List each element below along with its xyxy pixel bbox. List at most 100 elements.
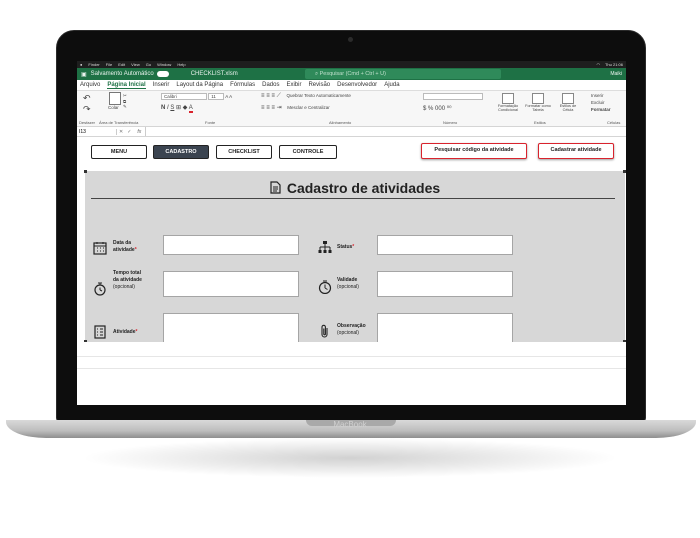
font-name-select[interactable]: Calibri <box>161 93 207 100</box>
merge-center-button[interactable]: Mesclar e Centralizar <box>287 105 330 110</box>
borders-icon[interactable]: ⊞ <box>176 105 181 111</box>
status-label-text: Status <box>337 244 353 250</box>
resize-handle[interactable] <box>84 170 87 173</box>
name-box[interactable]: I13 <box>77 128 117 135</box>
screen: ● Finder File Edit View Go Window Help ◠… <box>77 61 626 405</box>
tab-arquivo[interactable]: Arquivo <box>80 82 100 88</box>
clipboard-tools: ✂ ⧉ ✎ <box>123 93 127 110</box>
fill-color-icon[interactable]: ◆ <box>183 105 188 111</box>
tab-layout[interactable]: Layout da Página <box>176 82 223 88</box>
validity-label-line1: Validade <box>337 277 358 283</box>
save-icon[interactable]: ▣ <box>81 71 87 78</box>
align-left-icon[interactable]: ≡ <box>261 105 265 111</box>
resize-handle[interactable] <box>623 170 626 173</box>
menu-view[interactable]: View <box>131 62 140 67</box>
undo-icon[interactable]: ↶ <box>83 93 91 104</box>
menu-edit[interactable]: Edit <box>118 62 125 67</box>
date-input[interactable] <box>163 235 299 255</box>
menu-finder[interactable]: Finder <box>88 62 99 67</box>
excel-titlebar: ▣ Salvamento Automático CHECKLIST.xlsm ⌕… <box>77 68 626 80</box>
tab-inserir[interactable]: Inserir <box>153 82 170 88</box>
laptop-lid: ● Finder File Edit View Go Window Help ◠… <box>56 30 646 422</box>
autosave-toggle[interactable] <box>156 71 169 77</box>
date-label: Data da atividade* <box>113 240 137 254</box>
number-group-label: Número <box>443 120 458 125</box>
currency-icon[interactable]: $ <box>423 106 426 112</box>
apple-icon[interactable]: ● <box>80 62 82 67</box>
nav-checklist-button[interactable]: CHECKLIST <box>216 145 272 159</box>
paste-label[interactable]: Colar <box>108 105 121 110</box>
formula-input[interactable] <box>145 127 626 136</box>
nav-menu-button[interactable]: MENU <box>91 145 147 159</box>
align-middle-icon[interactable]: ≡ <box>266 93 270 99</box>
font-size-select[interactable]: 11 <box>208 93 225 100</box>
search-activity-code-button[interactable]: Pesquisar código da atividade <box>421 143 527 159</box>
orientation-icon[interactable]: ⟋ <box>277 93 281 99</box>
insert-cells-button[interactable]: Inserir <box>591 93 611 98</box>
nav-cadastro-button[interactable]: CADASTRO <box>153 145 209 159</box>
clock[interactable]: Thu 21:06 <box>605 62 623 67</box>
grow-font-icon[interactable]: A <box>225 94 228 99</box>
indent-icon[interactable]: ⇥ <box>277 105 282 111</box>
time-input[interactable] <box>163 271 299 297</box>
search-box[interactable]: ⌕ Pesquisar (Cmd + Ctrl + U) <box>305 69 501 79</box>
validity-input[interactable] <box>377 271 513 297</box>
font-color-icon[interactable]: A <box>188 105 193 113</box>
confirm-icon[interactable]: ✓ <box>125 129 133 135</box>
align-bottom-icon[interactable]: ≡ <box>271 93 275 99</box>
menu-window[interactable]: Window <box>157 62 171 67</box>
menu-file[interactable]: File <box>106 62 112 67</box>
tab-revisao[interactable]: Revisão <box>308 82 330 88</box>
format-cells-button[interactable]: Formatar <box>591 107 611 112</box>
conditional-format-button[interactable]: Formatação Condicional <box>495 93 521 112</box>
format-painter-icon[interactable]: ✎ <box>123 104 127 110</box>
tab-dados[interactable]: Dados <box>262 82 279 88</box>
number-format-select[interactable] <box>423 93 483 100</box>
italic-icon[interactable]: I <box>167 105 169 111</box>
tab-ajuda[interactable]: Ajuda <box>384 82 399 88</box>
paste-icon[interactable] <box>109 92 121 105</box>
date-label-line1: Data da <box>113 240 132 246</box>
cancel-icon[interactable]: ✕ <box>117 129 125 135</box>
align-center-icon[interactable]: ≡ <box>266 105 270 111</box>
observation-label: Observação (opcional) <box>337 323 366 337</box>
tab-formulas[interactable]: Fórmulas <box>230 82 255 88</box>
tab-exibir[interactable]: Exibir <box>286 82 301 88</box>
user-name[interactable]: Maiki <box>610 71 622 77</box>
grid-line <box>77 368 626 369</box>
increase-decimal-icon[interactable]: ⁰⁰ <box>447 106 452 112</box>
file-name: CHECKLIST.xlsm <box>190 71 238 77</box>
delete-cells-button[interactable]: Excluir <box>591 100 611 105</box>
underline-icon[interactable]: S <box>170 105 174 111</box>
format-table-button[interactable]: Formatar como Tabela <box>525 93 551 112</box>
tab-desenvolvedor[interactable]: Desenvolvedor <box>337 82 377 88</box>
align-top-icon[interactable]: ≡ <box>261 93 265 99</box>
fx-icon[interactable]: fx <box>133 129 145 135</box>
menu-help[interactable]: Help <box>177 62 185 67</box>
menu-go[interactable]: Go <box>146 62 151 67</box>
org-chart-icon <box>318 241 332 253</box>
nav-controle-button[interactable]: CONTROLE <box>279 145 337 159</box>
sheet-area[interactable]: MENU CADASTRO CHECKLIST CONTROLE Pesquis… <box>77 137 626 377</box>
cells-group-label: Células <box>607 120 621 125</box>
laptop-shadow <box>80 438 620 478</box>
tab-pagina-inicial[interactable]: Página Inicial <box>107 82 146 89</box>
empty-sheet-region[interactable] <box>77 342 626 377</box>
status-input[interactable] <box>377 235 513 255</box>
wrap-text-button[interactable]: Quebrar Texto Automaticamente <box>286 93 350 98</box>
wifi-icon[interactable]: ◠ <box>596 62 600 67</box>
paste-group: Colar <box>105 92 121 110</box>
grid-line <box>77 356 626 357</box>
register-activity-button[interactable]: Cadastrar atividade <box>538 143 614 159</box>
clipboard-group-label: Área de Transferência <box>99 120 139 125</box>
percent-icon[interactable]: % <box>428 106 433 112</box>
macos-menubar: ● Finder File Edit View Go Window Help ◠… <box>77 61 626 68</box>
redo-icon[interactable]: ↷ <box>83 104 91 115</box>
cell-styles-button[interactable]: Estilos de Célula <box>555 93 581 112</box>
comma-icon[interactable]: 000 <box>435 106 445 112</box>
registration-form: Cadastro de atividades Data da atividade… <box>84 170 626 349</box>
shrink-font-icon[interactable]: A <box>229 94 232 99</box>
bold-icon[interactable]: N <box>161 105 165 111</box>
align-right-icon[interactable]: ≡ <box>271 105 275 111</box>
time-label: Tempo total da atividade (opcional) <box>113 270 142 291</box>
